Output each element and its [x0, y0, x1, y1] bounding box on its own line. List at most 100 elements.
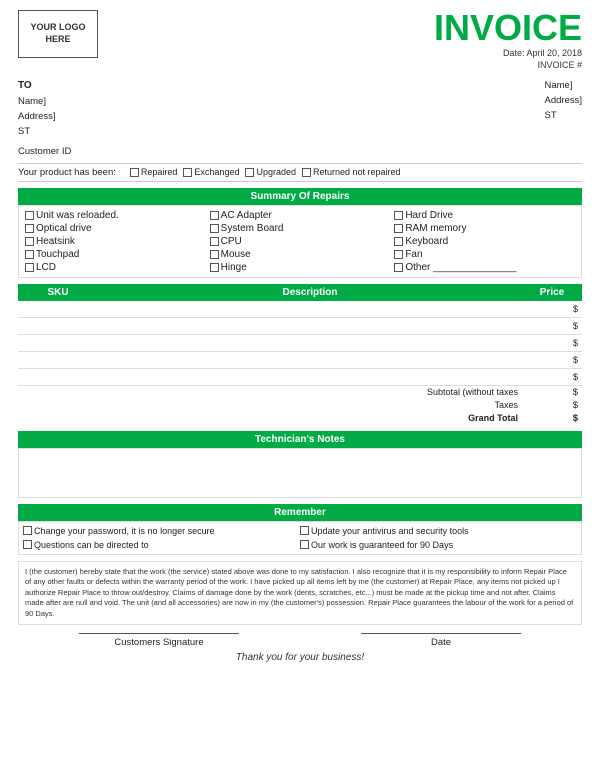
table-row: $: [18, 334, 582, 351]
remember-checkbox-2[interactable]: [300, 526, 309, 535]
to-label: TO: [18, 78, 56, 94]
returned-checkbox[interactable]: [302, 168, 311, 177]
repaired-option: Repaired: [130, 167, 178, 177]
sku-table: SKU Description Price $ $ $ $ $: [18, 284, 582, 425]
tech-notes-header: Technician's Notes: [18, 431, 582, 448]
to-address: Address]: [18, 109, 56, 124]
price-cell: $: [522, 317, 582, 334]
remember-header: Remember: [18, 504, 582, 521]
sku-cell: [18, 368, 98, 385]
checkbox-hinge[interactable]: [210, 263, 219, 272]
taxes-row: Taxes $: [18, 399, 582, 412]
summary-item-3-2: RAM memory: [394, 222, 575, 235]
remember-item-3: Questions can be directed to: [23, 538, 300, 552]
summary-item-2-4: Mouse: [210, 248, 391, 261]
remember-grid: Change your password, it is no longer se…: [18, 521, 582, 555]
table-row: $: [18, 351, 582, 368]
checkbox-sysboard[interactable]: [210, 224, 219, 233]
checkbox-fan[interactable]: [394, 250, 403, 259]
summary-item-1-5: LCD: [25, 261, 206, 274]
summary-item-1-2: Optical drive: [25, 222, 206, 235]
summary-header: Summary Of Repairs: [18, 188, 582, 205]
sku-cell: [18, 301, 98, 318]
invoice-heading: INVOICE: [434, 10, 582, 46]
from-state: ST: [545, 108, 583, 123]
checkbox-lcd[interactable]: [25, 263, 34, 272]
logo-text: YOUR LOGO HERE: [30, 22, 85, 45]
date-sig-block: Date: [361, 633, 521, 648]
to-state: ST: [18, 124, 56, 139]
remember-text-2: Update your antivirus and security tools: [311, 526, 469, 536]
tech-notes-area[interactable]: [18, 448, 582, 498]
summary-item-3-4: Fan: [394, 248, 575, 261]
checkbox-optical[interactable]: [25, 224, 34, 233]
to-name: Name]: [18, 94, 56, 109]
remember-section: Remember Change your password, it is no …: [18, 504, 582, 555]
repaired-checkbox[interactable]: [130, 168, 139, 177]
checkbox-cpu[interactable]: [210, 237, 219, 246]
to-left: TO Name] Address] ST: [18, 78, 56, 140]
summary-item-3-3: Keyboard: [394, 235, 575, 248]
upgraded-option: Upgraded: [245, 167, 296, 177]
checkbox-keyboard[interactable]: [394, 237, 403, 246]
summary-item-2-1: AC Adapter: [210, 209, 391, 222]
price-cell: $: [522, 301, 582, 318]
remember-text-4: Our work is guaranteed for 90 Days: [311, 540, 453, 550]
checkbox-unit[interactable]: [25, 211, 34, 220]
legal-text: I (the customer) hereby state that the w…: [18, 561, 582, 626]
description-header: Description: [98, 284, 522, 301]
checkbox-ac[interactable]: [210, 211, 219, 220]
signature-row: Customers Signature Date: [18, 633, 582, 648]
summary-section: Summary Of Repairs Unit was reloaded. Op…: [18, 188, 582, 278]
price-cell: $: [522, 334, 582, 351]
remember-checkbox-4[interactable]: [300, 540, 309, 549]
table-row: $: [18, 368, 582, 385]
checkbox-harddrive[interactable]: [394, 211, 403, 220]
summary-item-1-4: Touchpad: [25, 248, 206, 261]
returned-option: Returned not repaired: [302, 167, 401, 177]
remember-checkbox-3[interactable]: [23, 540, 32, 549]
summary-grid: Unit was reloaded. Optical drive Heatsin…: [23, 209, 577, 274]
invoice-title-block: INVOICE Date: April 20, 2018 INVOICE #: [434, 10, 582, 70]
remember-item-4: Our work is guaranteed for 90 Days: [300, 538, 577, 552]
exchanged-label: Exchanged: [194, 167, 239, 177]
header: YOUR LOGO HERE INVOICE Date: April 20, 2…: [18, 10, 582, 70]
summary-item-2-3: CPU: [210, 235, 391, 248]
price-cell: $: [522, 368, 582, 385]
desc-cell: [98, 301, 522, 318]
sku-cell: [18, 334, 98, 351]
price-cell: $: [522, 351, 582, 368]
remember-checkbox-1[interactable]: [23, 526, 32, 535]
summary-col-1: Unit was reloaded. Optical drive Heatsin…: [23, 209, 208, 274]
exchanged-checkbox[interactable]: [183, 168, 192, 177]
table-row: $: [18, 317, 582, 334]
summary-item-1-3: Heatsink: [25, 235, 206, 248]
customer-id: Customer ID: [18, 146, 582, 157]
summary-item-1-1: Unit was reloaded.: [25, 209, 206, 222]
checkbox-mouse[interactable]: [210, 250, 219, 259]
grand-total-label: Grand Total: [18, 412, 522, 425]
checkbox-ram[interactable]: [394, 224, 403, 233]
summary-col-2: AC Adapter System Board CPU Mouse Hinge: [208, 209, 393, 274]
price-header: Price: [522, 284, 582, 301]
customer-sig-block: Customers Signature: [79, 633, 239, 648]
to-section: TO Name] Address] ST Name] Address] ST: [18, 78, 582, 140]
thank-you-text: Thank you for your business!: [18, 652, 582, 663]
invoice-number-label: INVOICE #: [434, 60, 582, 70]
checkbox-other[interactable]: [394, 263, 403, 272]
from-name: Name]: [545, 78, 583, 93]
upgraded-checkbox[interactable]: [245, 168, 254, 177]
sku-header: SKU: [18, 284, 98, 301]
checkbox-touchpad[interactable]: [25, 250, 34, 259]
subtotal-value: $: [522, 385, 582, 399]
checkbox-heatsink[interactable]: [25, 237, 34, 246]
desc-cell: [98, 334, 522, 351]
remember-item-1: Change your password, it is no longer se…: [23, 524, 300, 538]
grand-total-value: $: [522, 412, 582, 425]
summary-col-3: Hard Drive RAM memory Keyboard Fan Other…: [392, 209, 577, 274]
customer-sig-label: Customers Signature: [79, 637, 239, 648]
from-address: Address]: [545, 93, 583, 108]
sku-cell: [18, 351, 98, 368]
taxes-label: Taxes: [18, 399, 522, 412]
returned-label: Returned not repaired: [313, 167, 401, 177]
